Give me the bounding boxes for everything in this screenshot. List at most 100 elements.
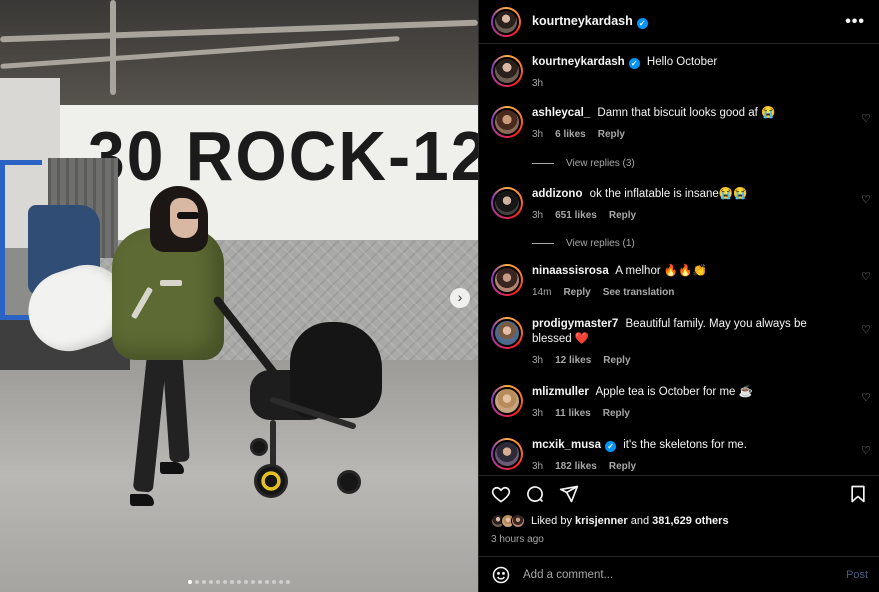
view-replies-label[interactable]: View replies (1) — [566, 238, 635, 249]
commenter-avatar[interactable] — [491, 264, 523, 296]
comment-time: 14m — [532, 287, 552, 298]
comment-likes[interactable]: 11 likes — [555, 406, 591, 421]
liker-username[interactable]: krisjenner — [575, 515, 628, 527]
divider-line — [532, 243, 554, 244]
carousel-dot — [216, 580, 220, 584]
reply-button[interactable]: Reply — [598, 127, 625, 142]
pipe — [110, 0, 116, 95]
verified-badge-icon: ✓ — [605, 441, 617, 452]
liker-avatar — [511, 514, 525, 528]
commenter-avatar[interactable] — [491, 317, 523, 349]
bookmark-icon[interactable] — [848, 484, 868, 504]
heart-icon[interactable]: ♡ — [861, 114, 871, 125]
post-timestamp[interactable]: 3 hours ago — [491, 534, 544, 545]
comment-likes[interactable]: 12 likes — [555, 353, 591, 368]
stroller-wheel — [250, 438, 268, 456]
comment-time: 3h — [532, 355, 544, 366]
reply-button[interactable]: Reply — [563, 285, 590, 300]
commenter-avatar[interactable] — [491, 187, 523, 219]
carousel-dot — [209, 580, 213, 584]
post-header: kourtneykardash ✓ ••• — [479, 0, 879, 44]
carousel-dot — [251, 580, 255, 584]
comment-time: 3h — [532, 210, 544, 221]
comment-item: ashleycal_ Damn that biscuit looks good … — [491, 106, 871, 142]
share-paper-plane-icon[interactable] — [559, 484, 579, 504]
view-replies-button[interactable]: View replies (1) — [532, 238, 635, 249]
carousel-dot — [258, 580, 262, 584]
comment-text: Apple tea is October for me ☕ — [595, 386, 753, 398]
wall-sign: 30 ROCK-125 — [88, 117, 478, 195]
carousel-dot — [202, 580, 206, 584]
caption-avatar[interactable] — [491, 55, 523, 87]
caption-text: Hello October — [646, 56, 718, 68]
comment-time: 3h — [532, 129, 544, 140]
comment-time: 3h — [532, 408, 544, 419]
likes-count[interactable]: 381,629 others — [652, 515, 728, 527]
comments-list[interactable]: kourtneykardash ✓ Hello October 3h ashley… — [479, 45, 879, 475]
post-comment-button[interactable]: Post — [846, 569, 868, 581]
commenter-username[interactable]: mcxik_musa ✓ — [532, 439, 617, 452]
stroller-canopy — [290, 322, 382, 418]
comment-text: ok the inflatable is insane😭😭 — [589, 188, 748, 200]
post-photo[interactable]: 30 ROCK-125 › — [0, 0, 478, 592]
view-replies-label[interactable]: View replies (3) — [566, 158, 635, 169]
caption-time: 3h — [532, 78, 544, 89]
commenter-avatar[interactable] — [491, 438, 523, 470]
author-username[interactable]: kourtneykardash ✓ — [532, 14, 648, 29]
commenter-username[interactable]: mlizmuller — [532, 386, 589, 398]
caption-username[interactable]: kourtneykardash ✓ — [532, 56, 640, 69]
commenter-avatar[interactable] — [491, 385, 523, 417]
commenter-avatar[interactable] — [491, 106, 523, 138]
comment-bubble-icon[interactable] — [525, 484, 545, 504]
carousel-dot — [188, 580, 192, 584]
heart-icon[interactable]: ♡ — [861, 325, 871, 336]
jacket-patch — [160, 280, 182, 286]
next-image-button[interactable]: › — [450, 288, 470, 308]
emoji-smiley-icon[interactable] — [491, 565, 511, 585]
commenter-username[interactable]: prodigymaster7 — [532, 318, 618, 330]
comment-item: ninaassisrosa A melhor 🔥🔥👏 14m Reply See… — [491, 264, 871, 300]
author-username-text[interactable]: kourtneykardash — [532, 14, 633, 28]
verified-badge-icon: ✓ — [636, 18, 648, 29]
floor — [0, 360, 478, 592]
reply-button[interactable]: Reply — [603, 353, 630, 368]
stroller-wheel — [254, 464, 288, 498]
carousel-dot — [237, 580, 241, 584]
comment-likes[interactable]: 651 likes — [555, 208, 597, 223]
divider-line — [532, 163, 554, 164]
like-heart-icon[interactable] — [491, 484, 511, 504]
comment-input[interactable] — [523, 568, 846, 581]
heart-icon[interactable]: ♡ — [861, 195, 871, 206]
comment-text: Damn that biscuit looks good af 😭 — [597, 107, 776, 119]
commenter-username[interactable]: addizono — [532, 188, 582, 200]
more-options-icon[interactable]: ••• — [845, 13, 865, 31]
commenter-username[interactable]: ninaassisrosa — [532, 265, 609, 277]
author-avatar[interactable] — [491, 6, 521, 37]
comment-likes[interactable]: 182 likes — [555, 459, 597, 474]
reply-button[interactable]: Reply — [609, 208, 636, 223]
reply-button[interactable]: Reply — [603, 406, 630, 421]
comment-time: 3h — [532, 461, 544, 472]
action-bar — [479, 475, 879, 511]
comment-item: mcxik_musa ✓ it's the skeletons for me. 3… — [491, 438, 871, 474]
reply-button[interactable]: Reply — [609, 459, 636, 474]
carousel-dot — [230, 580, 234, 584]
comment-text: it's the skeletons for me. — [623, 439, 747, 451]
carousel-dot — [265, 580, 269, 584]
comment-item: addizono ok the inflatable is insane😭😭 3… — [491, 187, 871, 223]
likes-text[interactable]: Liked by krisjenner and 381,629 others — [531, 515, 729, 527]
stroller-frame — [270, 420, 276, 470]
comment-text: A melhor 🔥🔥👏 — [615, 265, 707, 277]
carousel-dot — [195, 580, 199, 584]
heart-icon[interactable]: ♡ — [861, 446, 871, 457]
see-translation-button[interactable]: See translation — [603, 285, 675, 300]
caption: kourtneykardash ✓ Hello October 3h — [491, 55, 871, 91]
heart-icon[interactable]: ♡ — [861, 393, 871, 404]
heart-icon[interactable]: ♡ — [861, 272, 871, 283]
boot — [130, 494, 154, 506]
comment-likes[interactable]: 6 likes — [555, 127, 586, 142]
add-comment-bar: Post — [479, 556, 879, 592]
view-replies-button[interactable]: View replies (3) — [532, 158, 635, 169]
carousel-dot — [244, 580, 248, 584]
commenter-username[interactable]: ashleycal_ — [532, 107, 590, 119]
